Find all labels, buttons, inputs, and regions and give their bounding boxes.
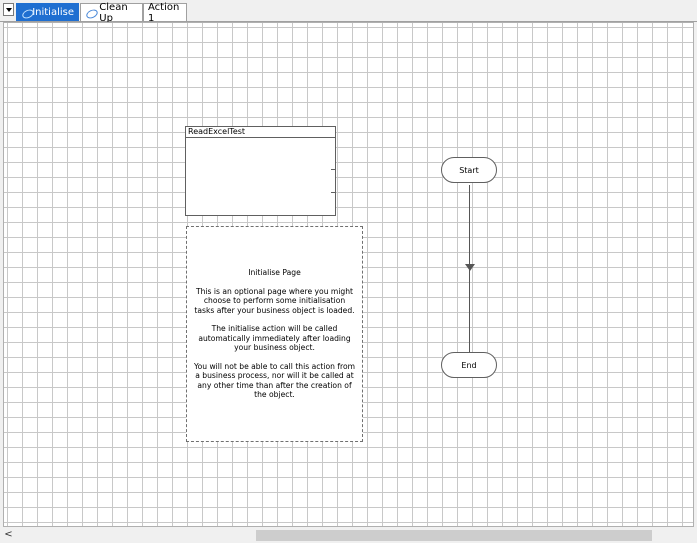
tab-label: Clean Up: [99, 1, 128, 24]
object-info-box[interactable]: ReadExcelTest: [185, 126, 336, 216]
page-icon: [21, 7, 28, 19]
scroll-left-icon[interactable]: <: [2, 528, 15, 543]
link-line[interactable]: [469, 185, 470, 369]
end-stage[interactable]: End: [441, 352, 497, 378]
horizontal-scrollbar[interactable]: <: [0, 528, 697, 543]
page-icon: [85, 7, 95, 19]
note-paragraph: You will not be able to call this action…: [193, 361, 356, 400]
tab-initialise[interactable]: Initialise: [16, 3, 79, 21]
tab-bar: Initialise Clean Up Action 1: [0, 0, 697, 24]
diagram-canvas[interactable]: ReadExcelTest Initialise Page This is an…: [3, 22, 694, 527]
tab-list-dropdown[interactable]: [3, 3, 14, 16]
note-paragraph: The initialise action will be called aut…: [198, 324, 351, 353]
link-arrow-icon: [465, 264, 475, 271]
tab-label: Initialise: [32, 7, 74, 18]
tab-clean-up[interactable]: Clean Up: [80, 1, 143, 24]
start-label: Start: [459, 165, 479, 175]
info-box-tick: [331, 192, 335, 193]
scrollbar-thumb[interactable]: [256, 530, 652, 541]
tab-label: Action 1: [148, 1, 180, 24]
start-stage[interactable]: Start: [441, 157, 497, 183]
note-stage[interactable]: Initialise Page This is an optional page…: [186, 226, 363, 442]
tab-action-1[interactable]: Action 1: [143, 1, 187, 24]
note-paragraph: This is an optional page where you might…: [194, 286, 355, 315]
object-info-title: ReadExcelTest: [186, 127, 335, 138]
note-heading: Initialise Page: [248, 268, 301, 278]
info-box-tick: [331, 169, 335, 170]
end-label: End: [461, 360, 477, 370]
